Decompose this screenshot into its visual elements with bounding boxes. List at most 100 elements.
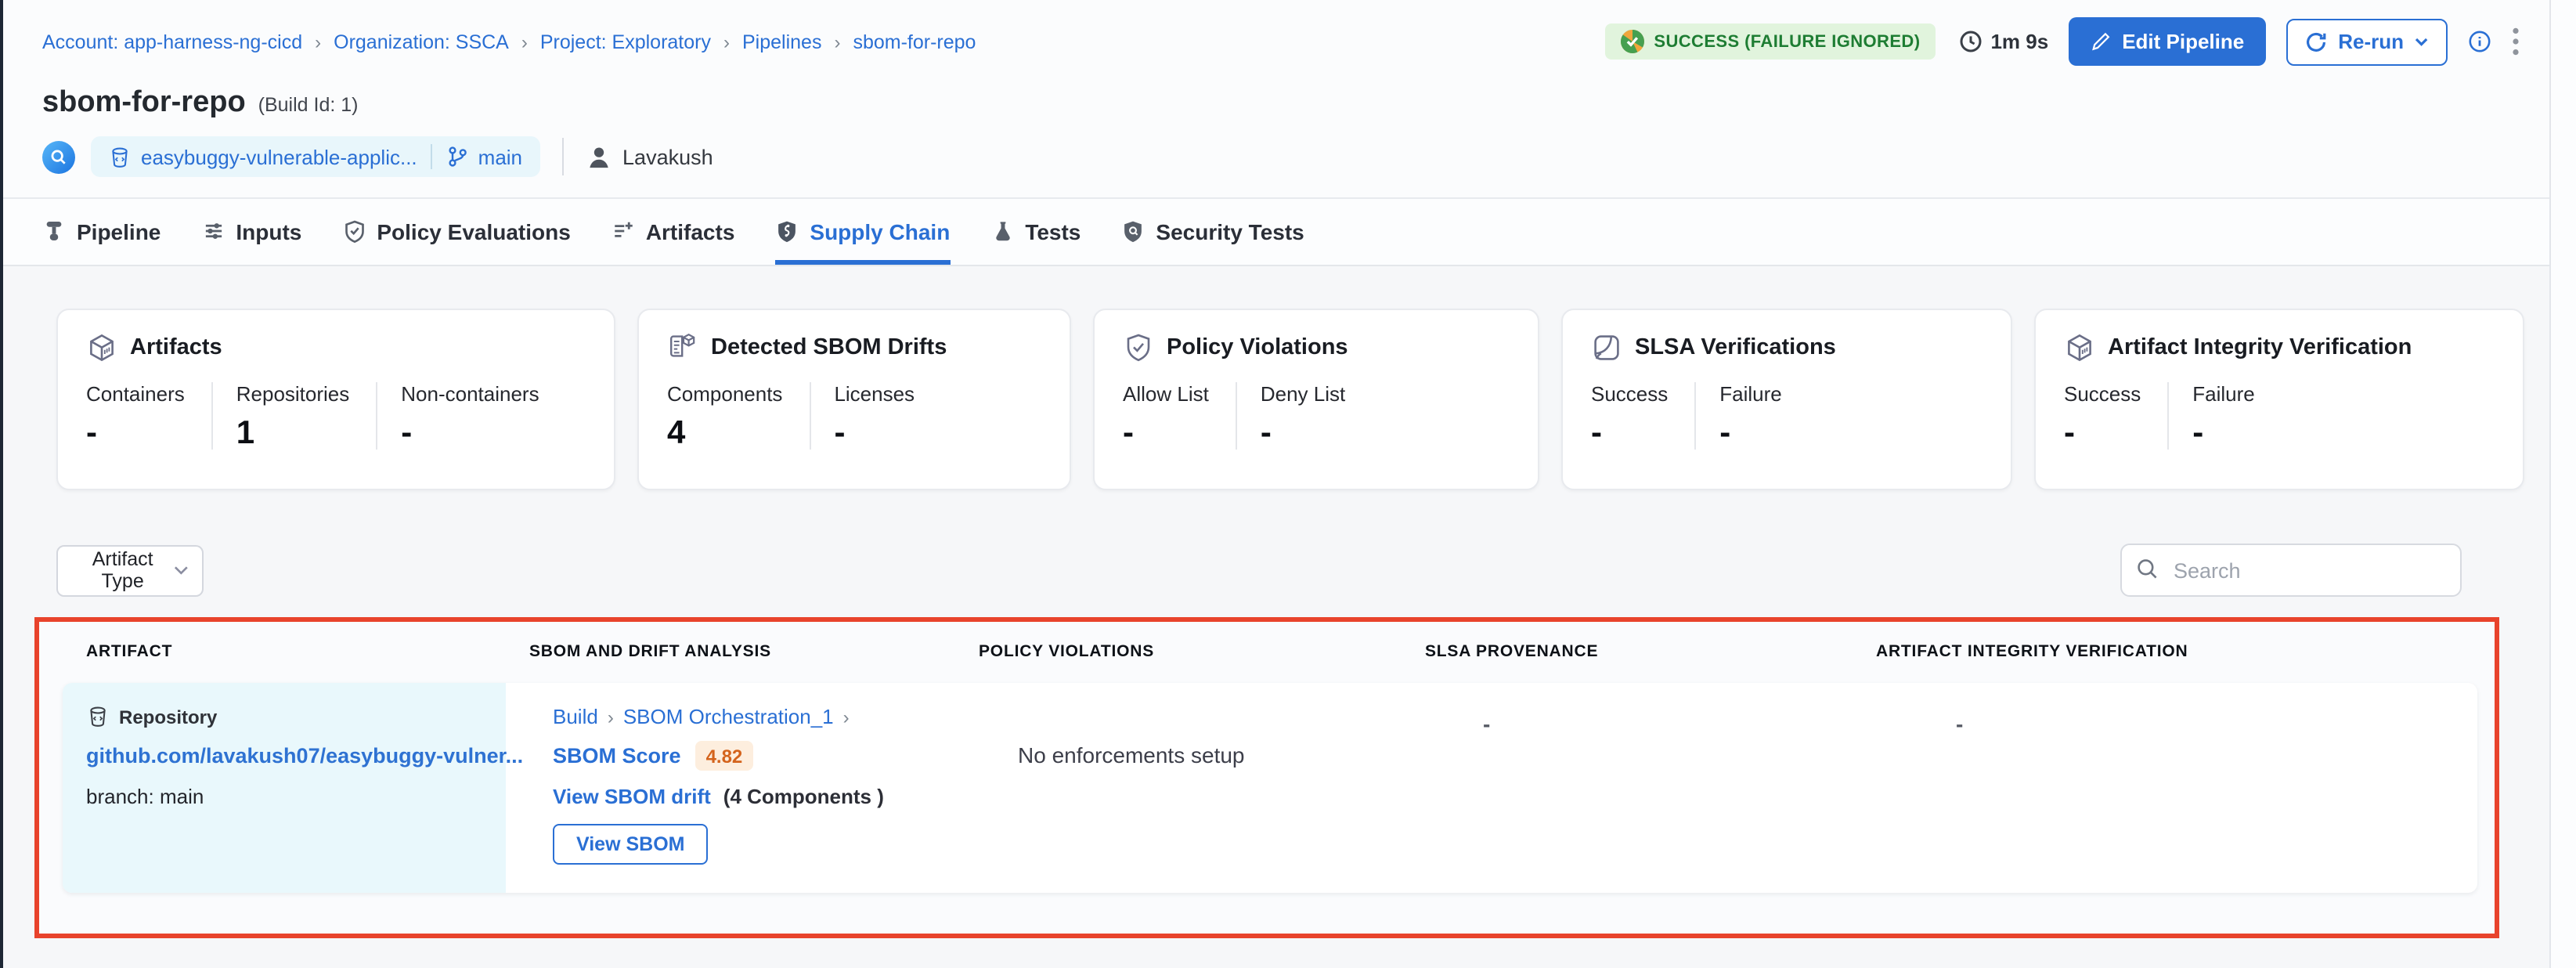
shield-check-icon (342, 219, 366, 243)
artifact-type-label: Artifact Type (72, 548, 173, 592)
policy-violations-cell: No enforcements setup (955, 683, 1402, 893)
card-title: Artifacts (130, 335, 222, 360)
view-sbom-drift-link[interactable]: View SBOM drift (553, 785, 711, 808)
stat-repositories: Repositories 1 (211, 382, 377, 450)
pipeline-icon (42, 219, 66, 243)
artifact-repo-link[interactable]: github.com/lavakush07/easybuggy-vulner..… (86, 744, 484, 768)
rerun-button[interactable]: Re-run (2286, 18, 2448, 65)
tab-security-tests[interactable]: Security Tests (1121, 199, 1304, 265)
table-row: Repository github.com/lavakush07/easybug… (63, 683, 2477, 893)
supply-chain-shield-icon (775, 219, 799, 243)
cube-icon (2064, 332, 2095, 363)
top-bar: Account: app-harness-ng-cicd › Organizati… (0, 0, 2576, 66)
card-artifacts: Artifacts Containers - Repositories 1 No… (56, 309, 615, 490)
triggered-by-user: Lavakush (585, 143, 713, 170)
sbom-step-orchestration-link[interactable]: SBOM Orchestration_1 (623, 705, 834, 728)
sbom-score-link[interactable]: SBOM Score (553, 744, 681, 768)
supply-chain-content: Artifacts Containers - Repositories 1 No… (0, 309, 2576, 938)
filter-row: Artifact Type (56, 544, 2462, 597)
artifact-integrity-cell: - (1853, 683, 2477, 893)
sbom-score-badge: 4.82 (695, 741, 754, 771)
chevron-down-icon (173, 565, 188, 576)
artifact-type-select[interactable]: Artifact Type (56, 544, 204, 596)
edit-pipeline-button[interactable]: Edit Pipeline (2069, 17, 2266, 66)
card-artifact-integrity: Artifact Integrity Verification Success … (2034, 309, 2524, 490)
sbom-drift-line: View SBOM drift (4 Components ) (553, 785, 940, 808)
search-box[interactable] (2120, 544, 2462, 597)
column-sbom-drift-analysis: SBOM and Drift Analysis (529, 642, 979, 661)
card-title: Artifact Integrity Verification (2108, 335, 2412, 360)
rerun-label: Re-run (2338, 30, 2404, 53)
flask-icon (990, 219, 1014, 243)
user-name: Lavakush (622, 145, 713, 168)
viewport: Account: app-harness-ng-cicd › Organizati… (0, 0, 2576, 968)
artifact-branch: branch: main (86, 785, 484, 808)
pill-divider (431, 144, 433, 169)
breadcrumb-pipelines[interactable]: Pipelines (742, 31, 821, 52)
branch-name: main (478, 145, 522, 168)
chevron-right-icon: › (608, 706, 614, 728)
stat-deny-list: Deny List - (1236, 382, 1372, 450)
stat-slsa-failure: Failure - (1694, 382, 1809, 450)
build-duration: 1m 9s (1959, 30, 2048, 53)
tab-pipeline[interactable]: Pipeline (42, 199, 161, 265)
card-title: Detected SBOM Drifts (711, 335, 947, 360)
edit-pipeline-label: Edit Pipeline (2122, 30, 2244, 53)
security-shield-icon (1121, 219, 1145, 243)
branch-link[interactable]: main (447, 145, 522, 168)
breadcrumb-project[interactable]: Project: Exploratory (540, 31, 711, 52)
tab-policy-evaluations[interactable]: Policy Evaluations (342, 199, 570, 265)
chevron-right-icon: › (723, 31, 730, 52)
tab-security-tests-label: Security Tests (1156, 219, 1304, 244)
tab-pipeline-label: Pipeline (77, 219, 161, 244)
list-plus-icon (612, 219, 635, 243)
success-warning-icon (1621, 30, 1644, 53)
build-meta-row: easybuggy-vulnerable-applic... main Lava… (42, 136, 2576, 177)
tab-tests-label: Tests (1025, 219, 1081, 244)
card-title: SLSA Verifications (1635, 335, 1836, 360)
card-slsa-verifications: SLSA Verifications Success - Failure - (1561, 309, 2012, 490)
pencil-icon (2091, 31, 2111, 52)
tab-inputs[interactable]: Inputs (201, 199, 301, 265)
title-row: sbom-for-repo (Build Id: 1) (42, 86, 2576, 121)
tab-artifacts-label: Artifacts (646, 219, 735, 244)
column-artifact-integrity: Artifact Integrity Verification (1876, 642, 2495, 661)
info-icon[interactable] (2468, 30, 2491, 53)
repository-link[interactable]: easybuggy-vulnerable-applic... (108, 145, 417, 168)
repository-icon (86, 705, 110, 728)
user-icon (585, 143, 612, 170)
tab-tests[interactable]: Tests (990, 199, 1081, 265)
clock-icon (1959, 30, 1983, 53)
tab-supply-chain-label: Supply Chain (810, 219, 950, 244)
status-badge: SUCCESS (FAILURE IGNORED) (1605, 23, 1936, 60)
sbom-drift-cell: Build › SBOM Orchestration_1 › SBOM Scor… (506, 683, 955, 893)
view-sbom-button[interactable]: View SBOM (553, 824, 708, 865)
breadcrumb: Account: app-harness-ng-cicd › Organizati… (42, 31, 976, 52)
chevron-right-icon: › (834, 31, 840, 52)
breadcrumb-account[interactable]: Account: app-harness-ng-cicd (42, 31, 302, 52)
stat-containers: Containers - (86, 382, 211, 450)
sbom-score-line: SBOM Score 4.82 (553, 741, 940, 771)
search-input[interactable] (2120, 544, 2462, 597)
tab-supply-chain[interactable]: Supply Chain (775, 199, 950, 265)
shield-check-icon (1123, 332, 1154, 363)
sbom-step-build-link[interactable]: Build (553, 705, 598, 728)
stat-licenses: Licenses - (809, 382, 941, 450)
right-scroll-rail[interactable] (2549, 0, 2576, 968)
breadcrumb-pipeline-name[interactable]: sbom-for-repo (853, 31, 976, 52)
repository-icon (108, 145, 132, 168)
status-badge-label: SUCCESS (FAILURE IGNORED) (1654, 32, 1920, 51)
tab-artifacts[interactable]: Artifacts (612, 199, 735, 265)
chevron-right-icon: › (843, 706, 850, 728)
stat-integrity-success: Success - (2064, 382, 2167, 450)
breadcrumb-organization[interactable]: Organization: SSCA (334, 31, 509, 52)
more-options-kebab-icon[interactable] (2512, 27, 2520, 56)
search-icon (2136, 558, 2159, 581)
chevron-right-icon: › (521, 31, 528, 52)
drift-components-count: (4 Components ) (723, 785, 884, 808)
stat-allow-list: Allow List - (1123, 382, 1236, 450)
column-artifact: Artifact (86, 642, 529, 661)
stat-non-containers: Non-containers - (376, 382, 565, 450)
trigger-type-icon (42, 140, 75, 173)
stat-components: Components 4 (667, 382, 809, 450)
